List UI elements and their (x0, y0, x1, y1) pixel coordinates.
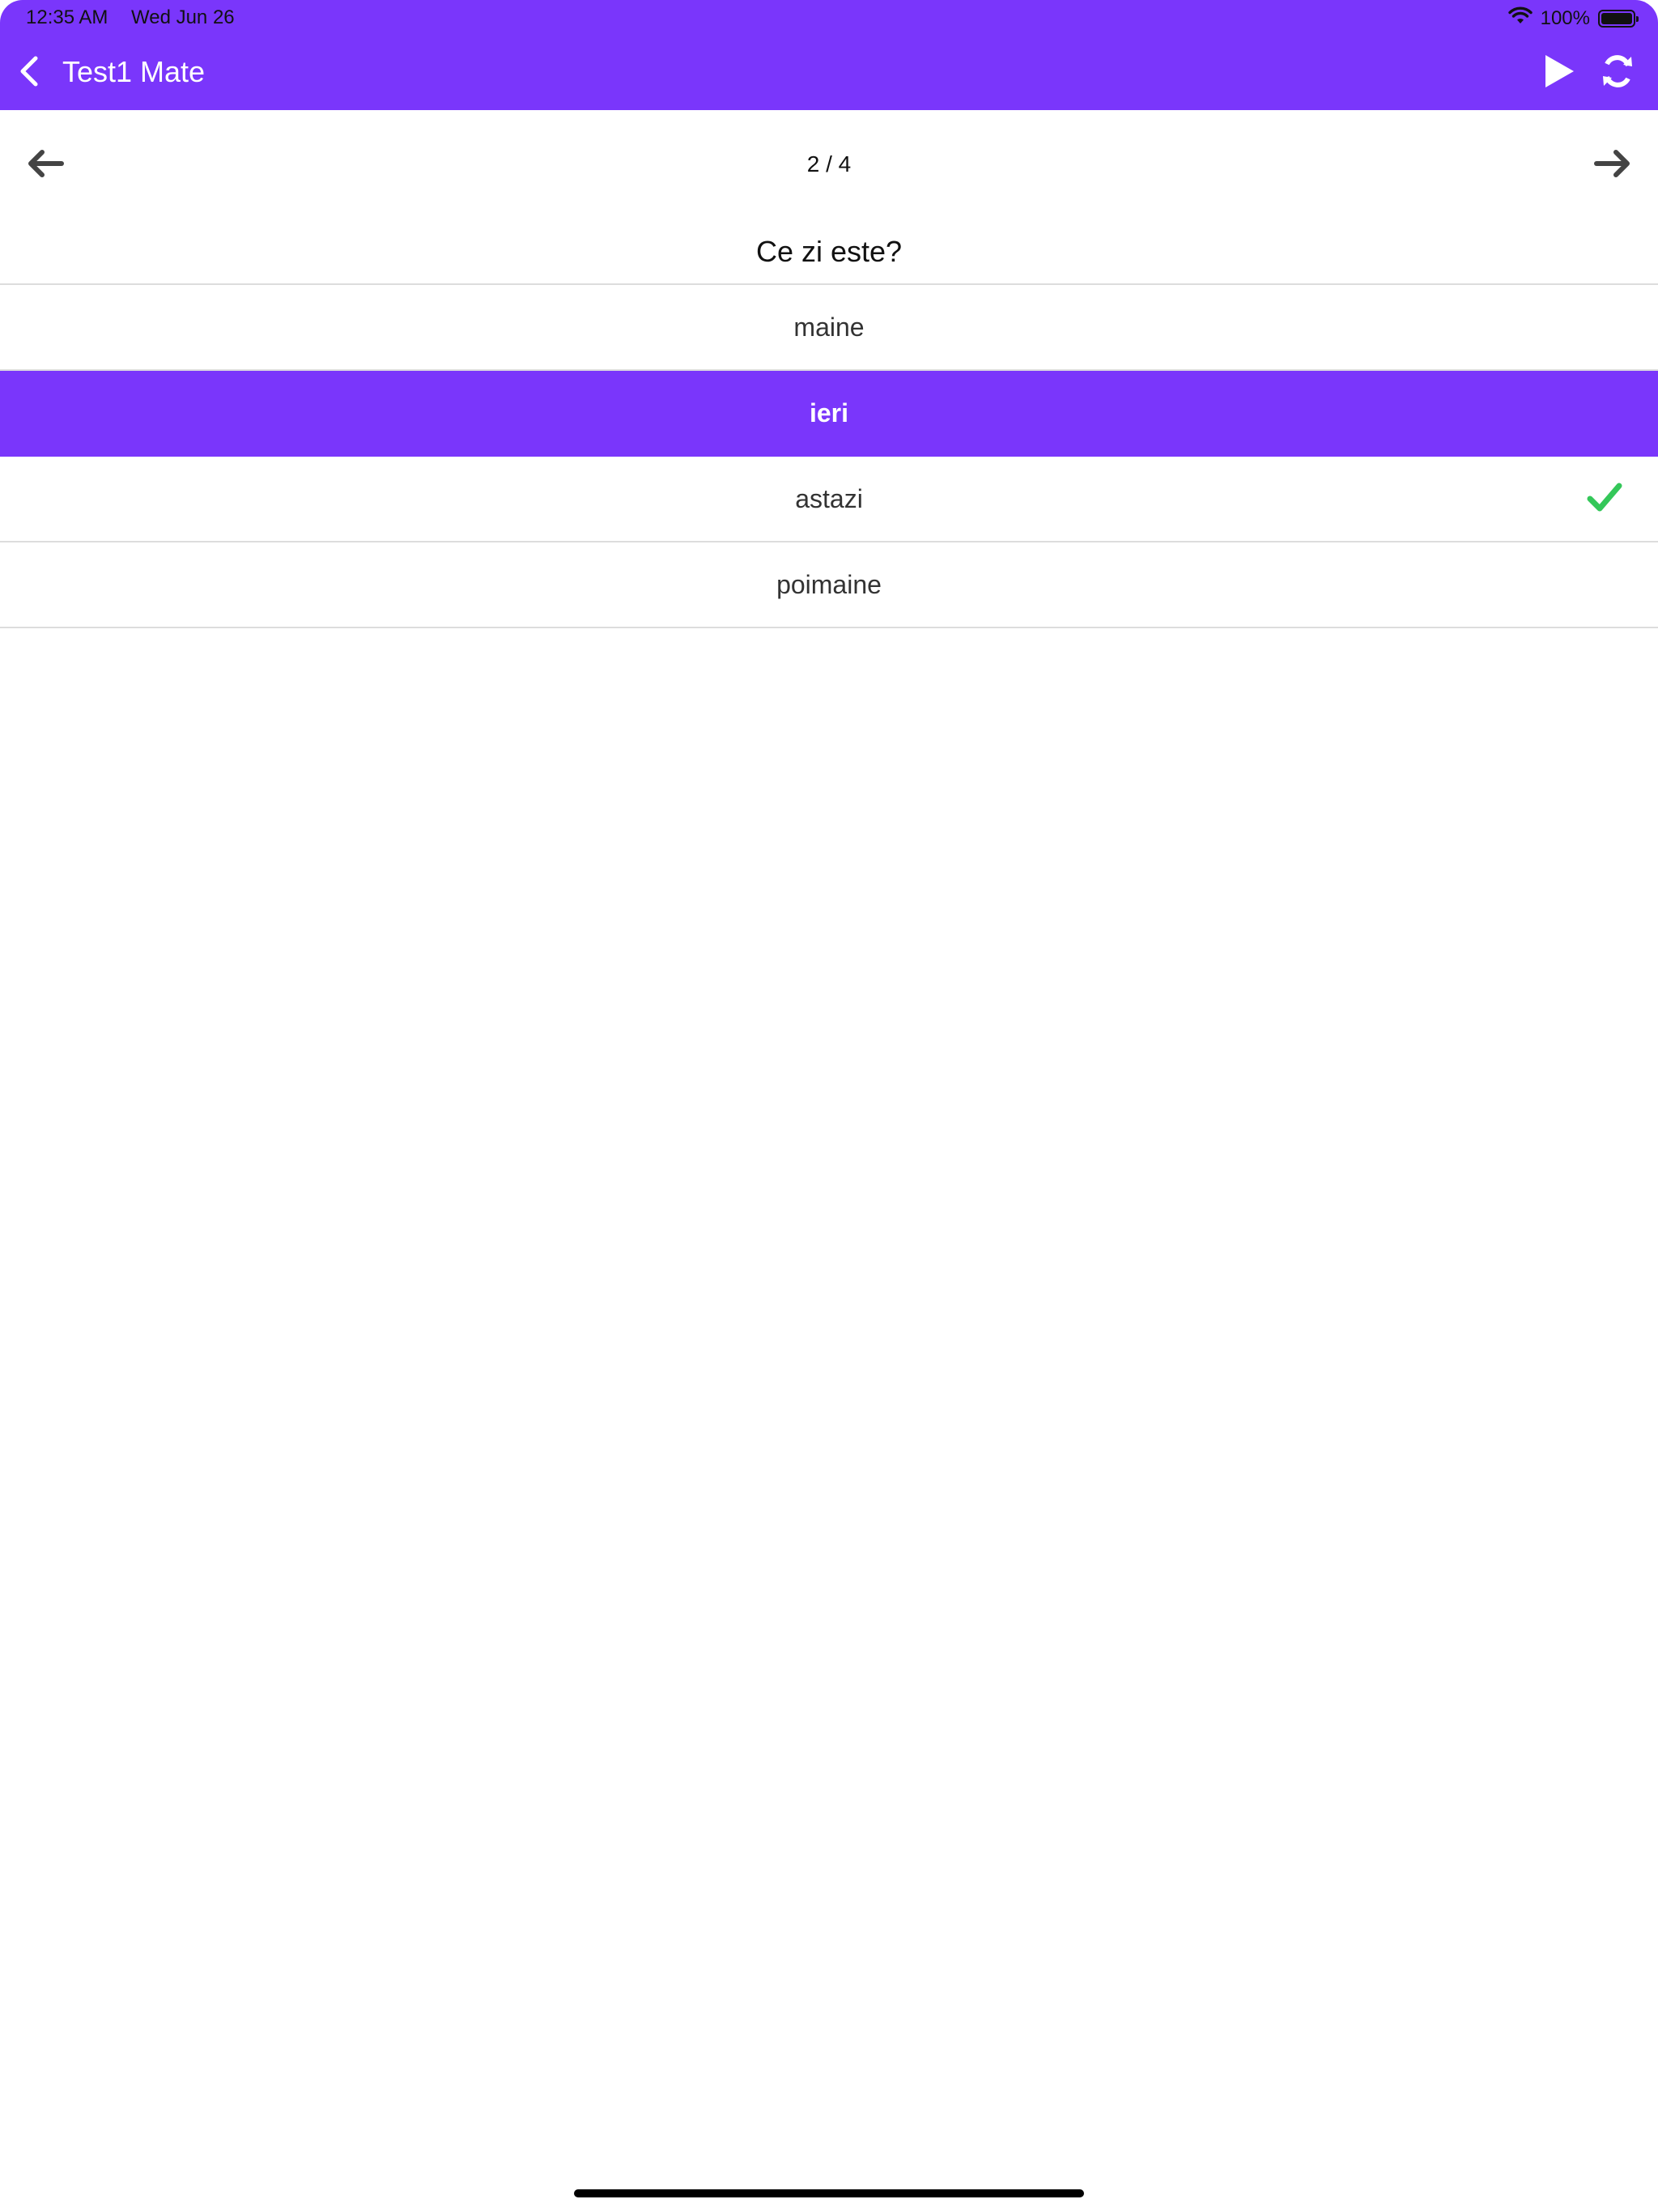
battery-tip (1636, 16, 1639, 22)
arrow-right-icon (1593, 147, 1632, 184)
question-pager: 2 / 4 (0, 110, 1658, 217)
question-text: Ce zi este? (0, 217, 1658, 285)
refresh-icon (1599, 53, 1636, 94)
page-indicator: 2 / 4 (806, 151, 852, 177)
nav-bar: Test1 Mate (0, 37, 1658, 110)
answer-label: astazi (795, 483, 863, 513)
answer-option-correct[interactable]: astazi (0, 457, 1658, 542)
next-question-button[interactable] (1588, 143, 1637, 188)
play-button[interactable] (1538, 52, 1580, 94)
answer-option[interactable]: maine (0, 285, 1658, 371)
chevron-left-icon (18, 55, 40, 91)
answer-options: maine ieri astazi poimaine (0, 285, 1658, 628)
home-indicator[interactable] (574, 2189, 1084, 2197)
checkmark-icon (1587, 479, 1622, 515)
refresh-button[interactable] (1595, 50, 1640, 96)
answer-label: ieri (809, 398, 849, 428)
answer-option-selected[interactable]: ieri (0, 371, 1658, 457)
battery-fill (1601, 13, 1632, 24)
battery-icon (1598, 10, 1639, 28)
answer-label: poimaine (776, 569, 882, 599)
battery-percent: 100% (1540, 7, 1590, 29)
back-button[interactable] (8, 52, 50, 94)
status-indicators: 100% (1507, 6, 1639, 32)
page-title: Test1 Mate (62, 55, 206, 88)
status-time: 12:35 AM (26, 6, 108, 28)
app-header: 12:35 AM Wed Jun 26 100% Test1 Mate (0, 0, 1658, 110)
quiz-screen: 12:35 AM Wed Jun 26 100% Test1 Mate 2 / … (0, 0, 1658, 2212)
wifi-icon (1507, 6, 1533, 32)
status-date: Wed Jun 26 (131, 6, 235, 28)
answer-option[interactable]: poimaine (0, 542, 1658, 628)
play-icon (1543, 53, 1575, 93)
status-bar: 12:35 AM Wed Jun 26 100% (0, 0, 1658, 37)
answer-label: maine (793, 312, 865, 342)
